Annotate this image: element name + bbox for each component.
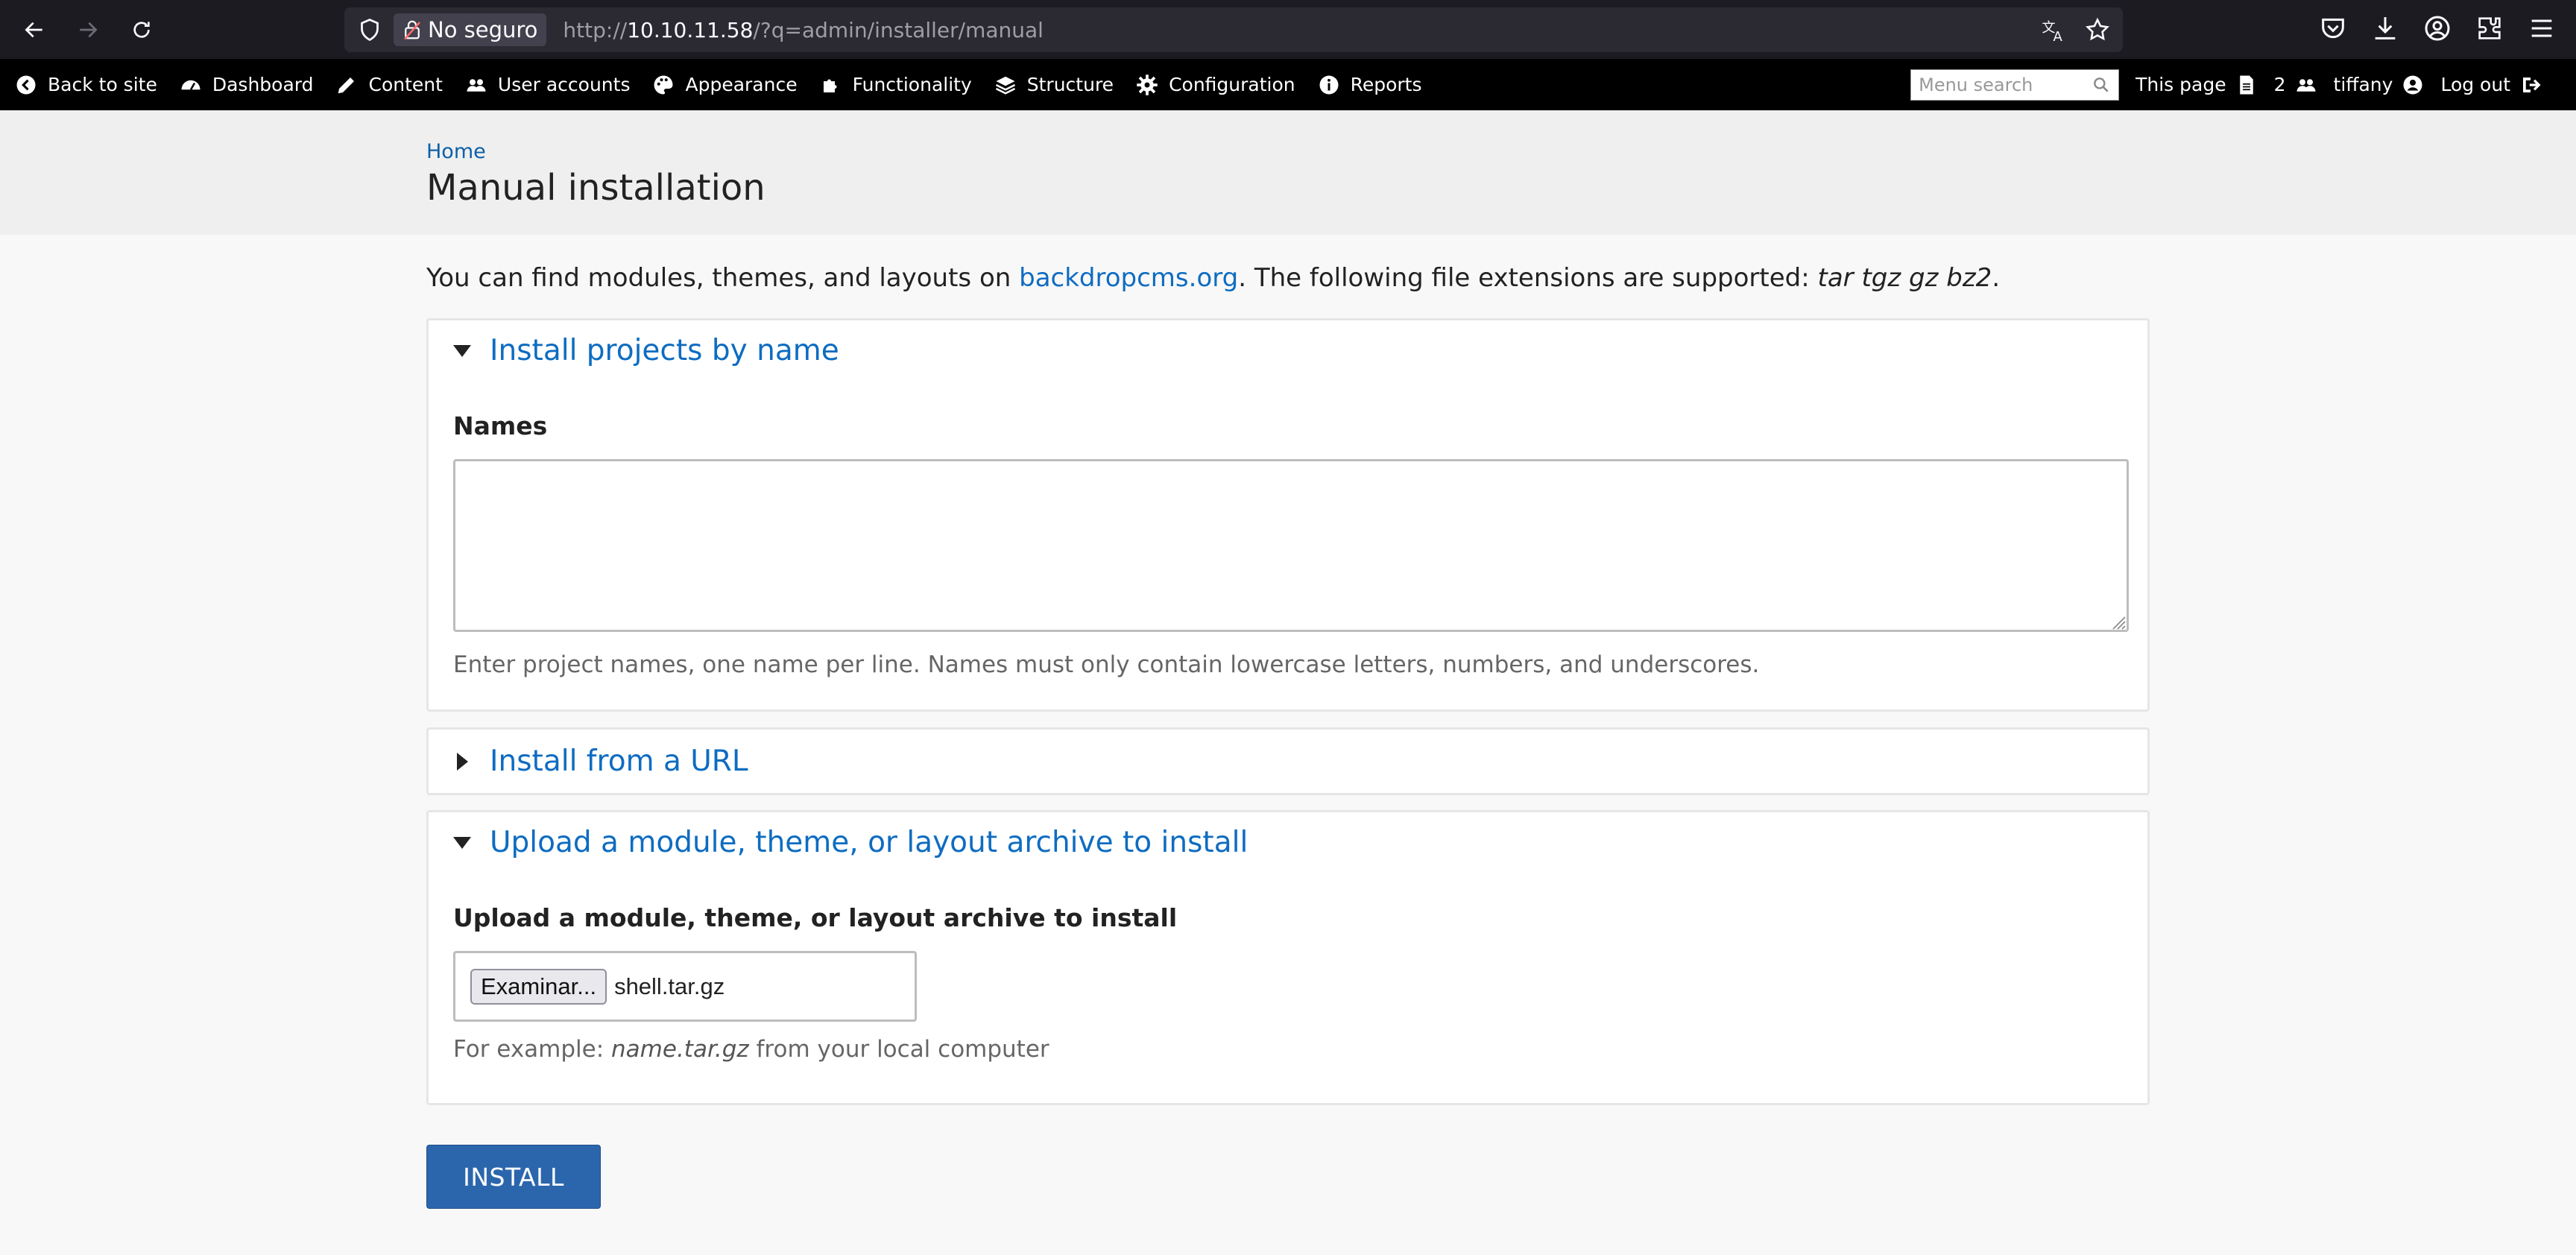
user-circle-icon bbox=[2403, 75, 2422, 94]
main-content: You can find modules, themes, and layout… bbox=[0, 235, 2576, 1255]
shield-icon[interactable] bbox=[356, 16, 383, 43]
star-icon[interactable] bbox=[2084, 16, 2111, 43]
palette-icon bbox=[654, 75, 673, 94]
names-description: Enter project names, one name per line. … bbox=[453, 651, 1760, 678]
pencil-icon bbox=[338, 77, 355, 93]
url-text[interactable]: http://10.10.11.58/?q=admin/installer/ma… bbox=[563, 18, 2024, 42]
page-header: Home Manual installation bbox=[0, 110, 2576, 235]
menu-search[interactable] bbox=[1910, 69, 2120, 101]
breadcrumb-home[interactable]: Home bbox=[426, 140, 486, 163]
svg-text:A: A bbox=[2053, 29, 2063, 43]
admin-user-menu[interactable]: tiffany bbox=[2334, 74, 2425, 96]
selected-file-name: shell.tar.gz bbox=[614, 973, 725, 999]
names-label: Names bbox=[453, 411, 548, 440]
security-label: No seguro bbox=[428, 17, 538, 42]
admin-structure[interactable]: Structure bbox=[994, 74, 1114, 96]
download-icon[interactable] bbox=[2370, 13, 2400, 43]
account-icon[interactable] bbox=[2422, 13, 2452, 43]
admin-back-to-site[interactable]: Back to site bbox=[15, 74, 157, 96]
file-upload-input[interactable]: Examinar... shell.tar.gz bbox=[453, 951, 917, 1022]
legend-upload-archive[interactable]: Upload a module, theme, or layout archiv… bbox=[451, 826, 1248, 859]
resize-grip-icon[interactable] bbox=[2109, 613, 2127, 630]
intro-text: You can find modules, themes, and layout… bbox=[426, 263, 2001, 293]
caret-right-icon bbox=[451, 750, 473, 773]
search-icon[interactable] bbox=[2092, 75, 2111, 95]
broken-lock-icon bbox=[404, 20, 420, 40]
admin-functionality[interactable]: Functionality bbox=[820, 74, 972, 96]
menu-icon[interactable] bbox=[2527, 13, 2557, 43]
gauge-icon bbox=[181, 80, 201, 90]
legend-install-from-url[interactable]: Install from a URL bbox=[451, 745, 748, 778]
gear-icon bbox=[1137, 74, 1158, 95]
fieldset-install-from-url: Install from a URL bbox=[426, 727, 2150, 795]
admin-users-online[interactable]: 2 bbox=[2274, 74, 2317, 96]
admin-reports[interactable]: Reports bbox=[1318, 74, 1422, 96]
names-textarea[interactable] bbox=[453, 459, 2129, 632]
admin-this-page[interactable]: This page bbox=[2135, 74, 2257, 96]
pocket-icon[interactable] bbox=[2318, 13, 2348, 43]
browser-toolbar: No seguro http://10.10.11.58/?q=admin/in… bbox=[0, 0, 2576, 59]
layers-icon bbox=[995, 76, 1015, 95]
admin-content[interactable]: Content bbox=[335, 74, 443, 96]
caret-down-icon bbox=[451, 832, 473, 854]
admin-configuration[interactable]: Configuration bbox=[1136, 74, 1295, 96]
admin-appearance[interactable]: Appearance bbox=[652, 74, 798, 96]
fieldset-install-by-name: Install projects by name Names Enter pro… bbox=[426, 318, 2150, 712]
menu-search-input[interactable] bbox=[1919, 74, 2092, 95]
upload-label: Upload a module, theme, or layout archiv… bbox=[453, 903, 1178, 932]
install-button[interactable]: INSTALL bbox=[426, 1145, 601, 1209]
page-title: Manual installation bbox=[426, 167, 765, 209]
puzzle-icon bbox=[823, 79, 837, 92]
browse-button[interactable]: Examinar... bbox=[470, 968, 607, 1005]
forward-button[interactable] bbox=[72, 13, 104, 46]
document-icon bbox=[2239, 75, 2253, 94]
back-arrow-circle-icon bbox=[16, 75, 36, 94]
translate-icon[interactable]: 文A bbox=[2041, 16, 2068, 43]
admin-user-accounts[interactable]: User accounts bbox=[465, 74, 630, 96]
fieldset-upload-archive: Upload a module, theme, or layout archiv… bbox=[426, 810, 2150, 1105]
url-bar[interactable]: No seguro http://10.10.11.58/?q=admin/in… bbox=[344, 7, 2123, 52]
caret-down-icon bbox=[451, 340, 473, 362]
users-icon bbox=[2296, 78, 2316, 92]
legend-install-by-name[interactable]: Install projects by name bbox=[451, 334, 839, 367]
back-button[interactable] bbox=[18, 13, 51, 46]
logout-icon bbox=[2523, 77, 2541, 92]
users-icon bbox=[467, 78, 486, 92]
admin-logout[interactable]: Log out bbox=[2440, 74, 2542, 96]
reload-button[interactable] bbox=[125, 13, 158, 46]
upload-description: For example: name.tar.gz from your local… bbox=[453, 1036, 1049, 1063]
security-indicator[interactable]: No seguro bbox=[394, 13, 547, 46]
reload-icon bbox=[133, 21, 150, 38]
backdrop-link[interactable]: backdropcms.org bbox=[1019, 263, 1238, 293]
admin-dashboard[interactable]: Dashboard bbox=[180, 74, 313, 96]
info-icon bbox=[1319, 75, 1339, 94]
arrow-right-icon bbox=[80, 22, 98, 37]
extensions-icon[interactable] bbox=[2475, 13, 2504, 43]
arrow-left-icon bbox=[25, 22, 42, 37]
admin-toolbar: Back to site Dashboard Content User acco… bbox=[0, 59, 2576, 110]
